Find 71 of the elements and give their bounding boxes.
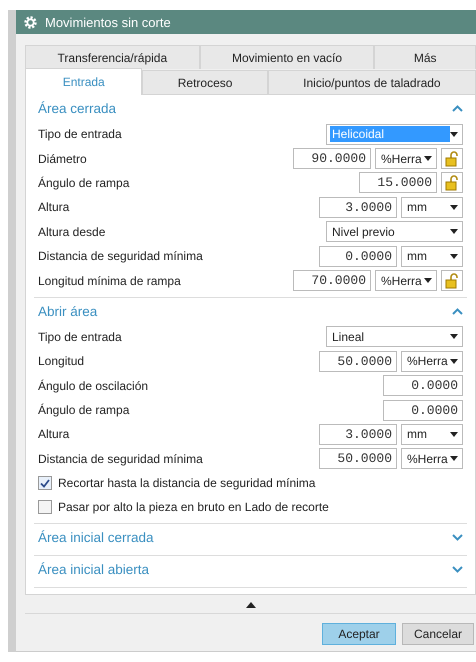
unit-dropdown[interactable]: %Herra <box>401 350 463 372</box>
caret-icon <box>450 358 458 364</box>
field-label: Altura desde <box>38 224 106 239</box>
tab[interactable]: Movimiento en vacío <box>200 45 374 69</box>
number-field[interactable]: 0.0000 <box>383 400 463 421</box>
cancel-button[interactable]: Cancelar <box>402 623 474 646</box>
expand-icon[interactable] <box>452 566 463 574</box>
section-title[interactable]: Área inicial abierta <box>38 562 150 578</box>
caret-icon <box>450 204 458 210</box>
lock-button[interactable] <box>441 148 463 170</box>
number-field[interactable]: 50.0000 <box>319 448 397 470</box>
padlock-icon <box>445 174 459 191</box>
ok-button[interactable]: Aceptar <box>322 623 396 646</box>
number-field[interactable]: 90.0000 <box>293 148 371 170</box>
padlock-icon <box>445 150 459 167</box>
field-label: Tipo de entrada <box>38 330 122 344</box>
checkbox-label: Pasar por alto la pieza en bruto en Lado de recorte <box>58 500 329 514</box>
number-field[interactable]: 70.0000 <box>293 270 371 292</box>
section-title[interactable]: Área inicial cerrada <box>38 530 154 546</box>
dropdown[interactable]: Lineal <box>326 326 463 348</box>
section-title[interactable]: Área cerrada <box>38 101 116 116</box>
unit-dropdown[interactable]: mm <box>401 196 463 218</box>
number-field[interactable]: 50.0000 <box>319 350 397 372</box>
field-label: Longitud mínima de rampa <box>38 274 181 288</box>
unit-dropdown[interactable]: %Herra <box>401 448 463 470</box>
gear-icon <box>24 16 37 28</box>
field-label: Longitud <box>38 354 84 368</box>
caret-icon <box>450 432 458 437</box>
number-field[interactable]: 15.0000 <box>359 172 437 194</box>
field-label: Ángulo de oscilación <box>38 378 148 393</box>
unit-dropdown[interactable]: mm <box>401 246 463 267</box>
lock-button[interactable] <box>441 172 463 194</box>
field-label: Distancia de seguridad mínima <box>38 452 203 466</box>
number-field[interactable]: 3.0000 <box>319 196 397 218</box>
padlock-icon <box>445 272 459 289</box>
field-label: Ángulo de rampa <box>38 176 130 190</box>
collapse-icon[interactable] <box>452 308 463 315</box>
tab[interactable]: Transferencia/rápida <box>25 45 200 69</box>
lock-button[interactable] <box>441 270 463 292</box>
number-field[interactable]: 0.0000 <box>319 246 397 267</box>
checkbox[interactable] <box>38 500 52 514</box>
tab[interactable]: Entrada <box>25 68 142 95</box>
caret-icon <box>424 278 432 284</box>
field-label: Altura <box>38 427 70 442</box>
expand-icon[interactable] <box>452 534 463 542</box>
collapse-arrow-icon[interactable] <box>246 602 256 608</box>
field-label: Diámetro <box>38 152 87 166</box>
checkbox[interactable] <box>38 476 52 490</box>
number-field[interactable]: 3.0000 <box>319 424 397 445</box>
unit-dropdown[interactable]: mm <box>401 424 463 445</box>
tab[interactable]: Más <box>374 45 476 69</box>
tab[interactable]: Inicio/puntos de taladrado <box>268 70 476 94</box>
collapse-icon[interactable] <box>452 105 463 112</box>
caret-icon <box>450 132 458 137</box>
unit-dropdown[interactable]: %Herra <box>375 270 437 292</box>
field-label: Altura <box>38 200 70 214</box>
checkbox-label: Recortar hasta la distancia de seguridad mínima <box>58 476 316 490</box>
section-title[interactable]: Abrir área <box>38 304 98 319</box>
unit-dropdown[interactable]: %Herra <box>375 148 437 170</box>
caret-icon <box>450 229 458 234</box>
tab[interactable]: Retroceso <box>142 70 268 94</box>
field-label: Distancia de seguridad mínima <box>38 249 203 264</box>
window-title: Movimientos sin corte <box>45 14 171 30</box>
dropdown[interactable]: Nivel previo <box>326 221 463 242</box>
number-field[interactable]: 0.0000 <box>383 375 463 396</box>
caret-icon <box>424 156 432 162</box>
caret-icon <box>450 334 458 340</box>
caret-icon <box>450 456 458 462</box>
caret-icon <box>450 254 458 259</box>
field-label: Ángulo de rampa <box>38 403 130 418</box>
field-label: Tipo de entrada <box>38 127 122 142</box>
